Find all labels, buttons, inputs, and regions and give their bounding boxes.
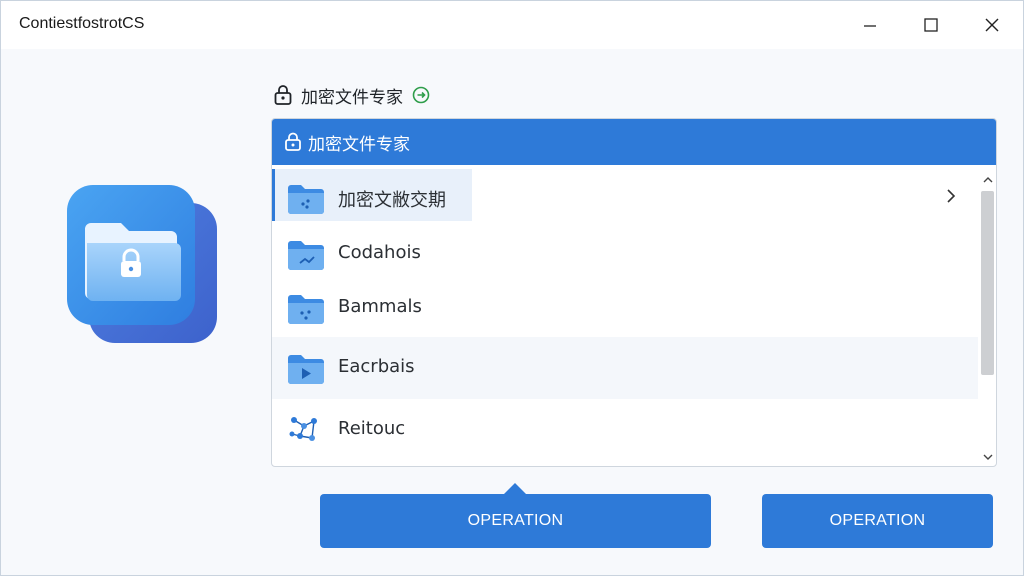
secondary-operation-button[interactable]: OPERATION (762, 494, 993, 548)
section-header-label: 加密文件专家 (301, 87, 403, 108)
minimize-icon (864, 25, 876, 27)
app-window: ContiestfostrotCS 加密文件专家 加密文件专家 加密文敝交期 C… (0, 0, 1024, 576)
network-icon (289, 417, 317, 441)
section-header: 加密文件专家 (273, 81, 431, 109)
window-title: ContiestfostrotCS (19, 15, 145, 32)
primary-operation-button[interactable]: OPERATION (320, 494, 711, 548)
list-item-label: 加密文敝交期 (338, 190, 446, 211)
minimize-button[interactable] (850, 7, 890, 43)
close-button[interactable] (972, 7, 1012, 43)
folder-icon (288, 185, 324, 214)
panel-header: 加密文件专家 (272, 119, 996, 165)
file-list: 加密文敝交期 Codahois Bammals Eacrbais Reitouc (272, 165, 978, 466)
list-item-label: Eacrbais (338, 356, 415, 377)
list-item[interactable]: Reitouc (272, 401, 978, 459)
scroll-down-button[interactable] (979, 448, 996, 466)
list-item[interactable]: Codahois (272, 225, 978, 283)
title-bar: ContiestfostrotCS (1, 1, 1023, 49)
lock-icon (274, 85, 292, 105)
list-item[interactable]: Bammals (272, 279, 978, 337)
app-logo-folder-icon (61, 181, 221, 346)
chevron-up-icon (983, 177, 992, 183)
folder-icon (288, 241, 324, 270)
scrollbar-thumb[interactable] (981, 191, 994, 375)
chevron-right-icon[interactable] (944, 187, 958, 205)
folder-video-icon (288, 355, 324, 384)
sync-status-icon (412, 86, 430, 104)
scroll-up-button[interactable] (979, 171, 996, 189)
panel-title: 加密文件专家 (308, 134, 410, 155)
scrollbar[interactable] (979, 171, 996, 466)
list-item-label: Bammals (338, 296, 422, 317)
button-pointer (504, 483, 526, 494)
list-item[interactable]: 加密文敝交期 (272, 169, 978, 227)
folder-icon (288, 295, 324, 324)
close-icon (985, 18, 999, 32)
file-list-panel: 加密文件专家 加密文敝交期 Codahois Bammals Eacrbais … (271, 118, 997, 467)
list-item-label: Codahois (338, 242, 421, 263)
maximize-icon (924, 18, 938, 32)
lock-icon (285, 132, 301, 151)
chevron-down-icon (983, 454, 992, 460)
list-item-label: Reitouc (338, 418, 406, 439)
maximize-button[interactable] (911, 7, 951, 43)
list-item[interactable]: Eacrbais (272, 337, 978, 399)
